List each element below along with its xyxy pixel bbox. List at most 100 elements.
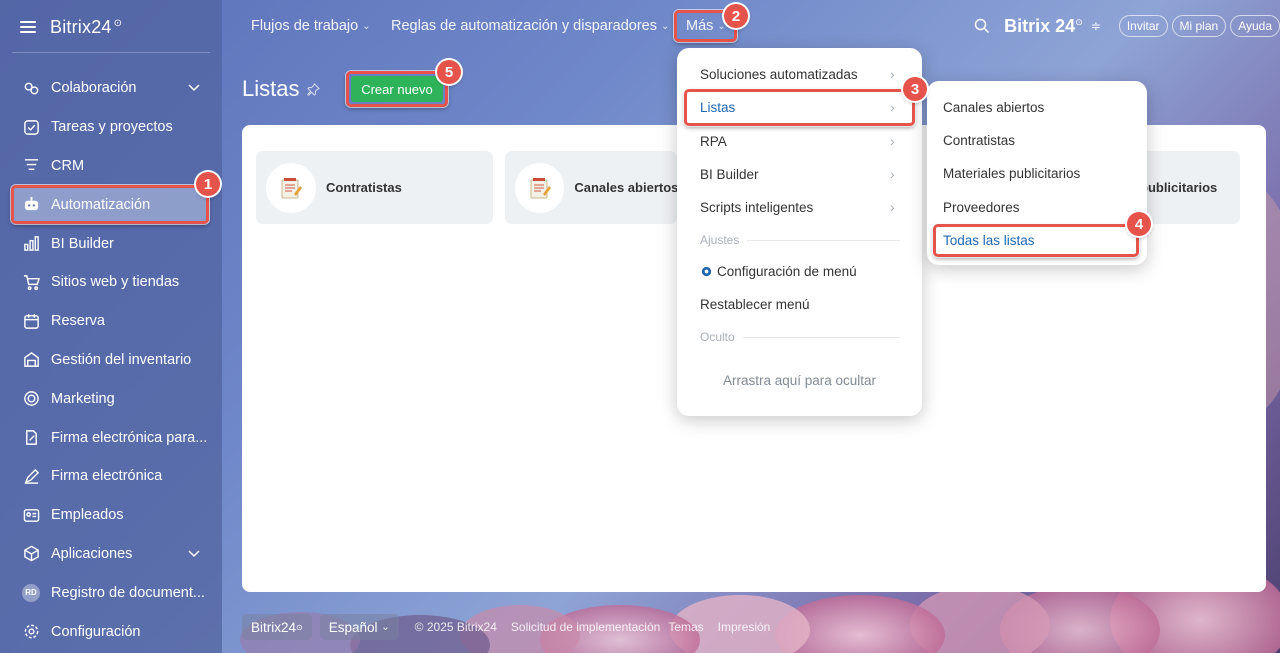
- pen-icon: [22, 467, 40, 485]
- menu-reset-button[interactable]: Restablecer menú: [700, 297, 810, 312]
- brand-logo[interactable]: Bitrix24 ⊙: [50, 17, 122, 38]
- highlight-listas: [684, 89, 915, 126]
- sidebar-item-colaboracion[interactable]: Colaboración: [0, 69, 222, 108]
- sidebar-item-inventario[interactable]: Gestión del inventario: [0, 341, 222, 380]
- list-card-materiales-publicitarios[interactable]: publicitarios: [1140, 151, 1240, 224]
- sidebar-item-tareas[interactable]: Tareas y proyectos: [0, 108, 222, 147]
- sidebar-nav: Colaboración Tareas y proyectos CRM Auto…: [0, 69, 222, 651]
- sidebar-divider: [12, 52, 210, 53]
- sidebar-brand: Bitrix24 ⊙: [20, 14, 122, 40]
- tab-flujos-de-trabajo[interactable]: Flujos de trabajo ⌄: [251, 18, 371, 34]
- step-badge-5: 5: [437, 60, 461, 84]
- sidebar-item-marketing[interactable]: Marketing: [0, 379, 222, 418]
- list-card-label: Contratistas: [326, 180, 402, 195]
- menu-item-bi-builder[interactable]: BI Builder ›: [700, 166, 895, 182]
- highlight-crear-nuevo: [346, 71, 448, 107]
- search-icon[interactable]: [974, 18, 990, 34]
- id-card-icon: [22, 506, 40, 524]
- step-badge-3: 3: [903, 77, 927, 101]
- sidebar-item-crm[interactable]: CRM: [0, 147, 222, 186]
- sidebar-item-label: Firma electrónica: [51, 468, 163, 485]
- sidebar-item-label: Marketing: [51, 390, 115, 407]
- gear-icon: [22, 623, 40, 641]
- sidebar-item-aplicaciones[interactable]: Aplicaciones: [0, 535, 222, 574]
- top-right-actions: Bitrix 24⊙ ≑ Invitar Mi plan Ayuda: [974, 14, 1280, 38]
- pin-icon[interactable]: [307, 82, 321, 96]
- sidebar-item-label: Colaboración: [51, 80, 137, 97]
- sidebar-item-label: Gestión del inventario: [51, 351, 192, 368]
- bar-chart-icon: [22, 235, 40, 253]
- rd-badge-icon: RD: [22, 583, 40, 602]
- list-card-label: Canales abiertos: [574, 180, 677, 195]
- highlight-automatizacion: [11, 185, 209, 224]
- sidebar-item-firma-para[interactable]: Firma electrónica para...: [0, 418, 222, 457]
- invite-button[interactable]: Invitar: [1118, 15, 1168, 37]
- top-brand[interactable]: Bitrix 24⊙: [1004, 16, 1083, 37]
- sidebar-item-firma[interactable]: Firma electrónica: [0, 457, 222, 496]
- chevron-down-icon[interactable]: [188, 550, 200, 558]
- chevron-right-icon: ›: [890, 166, 895, 182]
- footer: Bitrix24 ⊙ Español ⌄ © 2025 Bitrix24 Soli…: [242, 614, 770, 640]
- warehouse-icon: [22, 351, 40, 369]
- list-card-contratistas[interactable]: Contratistas: [256, 151, 493, 224]
- cart-icon: [22, 273, 40, 291]
- sidebar-item-label: Firma electrónica para...: [51, 429, 208, 446]
- sidebar-item-bi-builder[interactable]: BI Builder: [0, 224, 222, 263]
- footer-link-implementacion[interactable]: Solicitud de implementación: [511, 620, 660, 634]
- sidebar-item-label: BI Builder: [51, 235, 114, 252]
- sidebar-item-sitios-web[interactable]: Sitios web y tiendas: [0, 263, 222, 302]
- target-icon: [22, 390, 40, 408]
- sidebar-item-configuracion[interactable]: Configuración: [0, 612, 222, 651]
- sidebar-item-reserva[interactable]: Reserva: [0, 302, 222, 341]
- sidebar-item-label: CRM: [51, 157, 85, 174]
- sidebar-item-registro[interactable]: RD Registro de document...: [0, 573, 222, 612]
- my-plan-button[interactable]: Mi plan: [1171, 15, 1227, 37]
- submenu-item-materiales[interactable]: Materiales publicitarios: [943, 166, 1080, 181]
- footer-link-temas[interactable]: Temas: [668, 620, 703, 634]
- chevron-right-icon: ›: [890, 199, 895, 215]
- crm-filter-icon: [22, 157, 40, 175]
- list-notepad-icon: [515, 162, 565, 213]
- language-selector[interactable]: Español ⌄: [319, 614, 399, 640]
- menu-section-ajustes: Ajustes: [700, 233, 900, 247]
- help-button[interactable]: Ayuda: [1230, 15, 1280, 37]
- menu-drag-hint: Arrastra aquí para ocultar: [722, 373, 877, 388]
- footer-link-impresion[interactable]: Impresión: [718, 620, 771, 634]
- highlight-todas-las-listas: [933, 224, 1139, 257]
- step-badge-2: 2: [724, 4, 748, 28]
- submenu-item-proveedores[interactable]: Proveedores: [943, 200, 1020, 215]
- menu-item-soluciones[interactable]: Soluciones automatizadas ›: [700, 66, 895, 82]
- tab-reglas-automatizacion[interactable]: Reglas de automatización y disparadores ⌄: [391, 18, 669, 34]
- page-title-text: Listas: [242, 76, 300, 101]
- sidebar-item-label: Sitios web y tiendas: [51, 274, 180, 291]
- submenu-item-canales-abiertos[interactable]: Canales abiertos: [943, 100, 1044, 115]
- list-card-label: publicitarios: [1140, 180, 1218, 195]
- sidebar: Bitrix24 ⊙ Colaboración Tareas y proyecto…: [0, 0, 222, 653]
- step-badge-1: 1: [196, 172, 220, 196]
- sidebar-item-empleados[interactable]: Empleados: [0, 496, 222, 535]
- settings-sliders-icon[interactable]: ≑: [1091, 19, 1101, 33]
- top-bar: Flujos de trabajo ⌄ Reglas de automatizac…: [222, 0, 1280, 52]
- submenu-item-contratistas[interactable]: Contratistas: [943, 133, 1015, 148]
- sidebar-item-label: Aplicaciones: [51, 545, 133, 562]
- chevron-right-icon: ›: [890, 66, 895, 82]
- menu-item-scripts[interactable]: Scripts inteligentes ›: [700, 199, 895, 215]
- menu-toggle-icon[interactable]: [20, 21, 36, 33]
- page-title: Listas: [242, 76, 321, 102]
- sidebar-item-label: Tareas y proyectos: [51, 119, 173, 136]
- cube-icon: [22, 545, 40, 563]
- calendar-icon: [22, 312, 40, 330]
- list-card-canales-abiertos[interactable]: Canales abiertos: [505, 151, 677, 224]
- sidebar-item-label: Reserva: [51, 313, 105, 330]
- footer-brand[interactable]: Bitrix24 ⊙: [242, 614, 312, 640]
- chat-bubbles-icon: [22, 79, 40, 97]
- checkbox-icon: [22, 118, 40, 136]
- footer-copyright: © 2025 Bitrix24: [414, 620, 497, 634]
- menu-config-button[interactable]: Configuración de menú: [700, 264, 857, 279]
- sidebar-item-label: Configuración: [51, 623, 141, 640]
- sidebar-item-label: Empleados: [51, 507, 124, 524]
- chevron-right-icon: ›: [890, 133, 895, 149]
- gear-icon: [701, 266, 712, 277]
- chevron-down-icon[interactable]: [188, 84, 200, 92]
- menu-item-rpa[interactable]: RPA ›: [700, 133, 895, 149]
